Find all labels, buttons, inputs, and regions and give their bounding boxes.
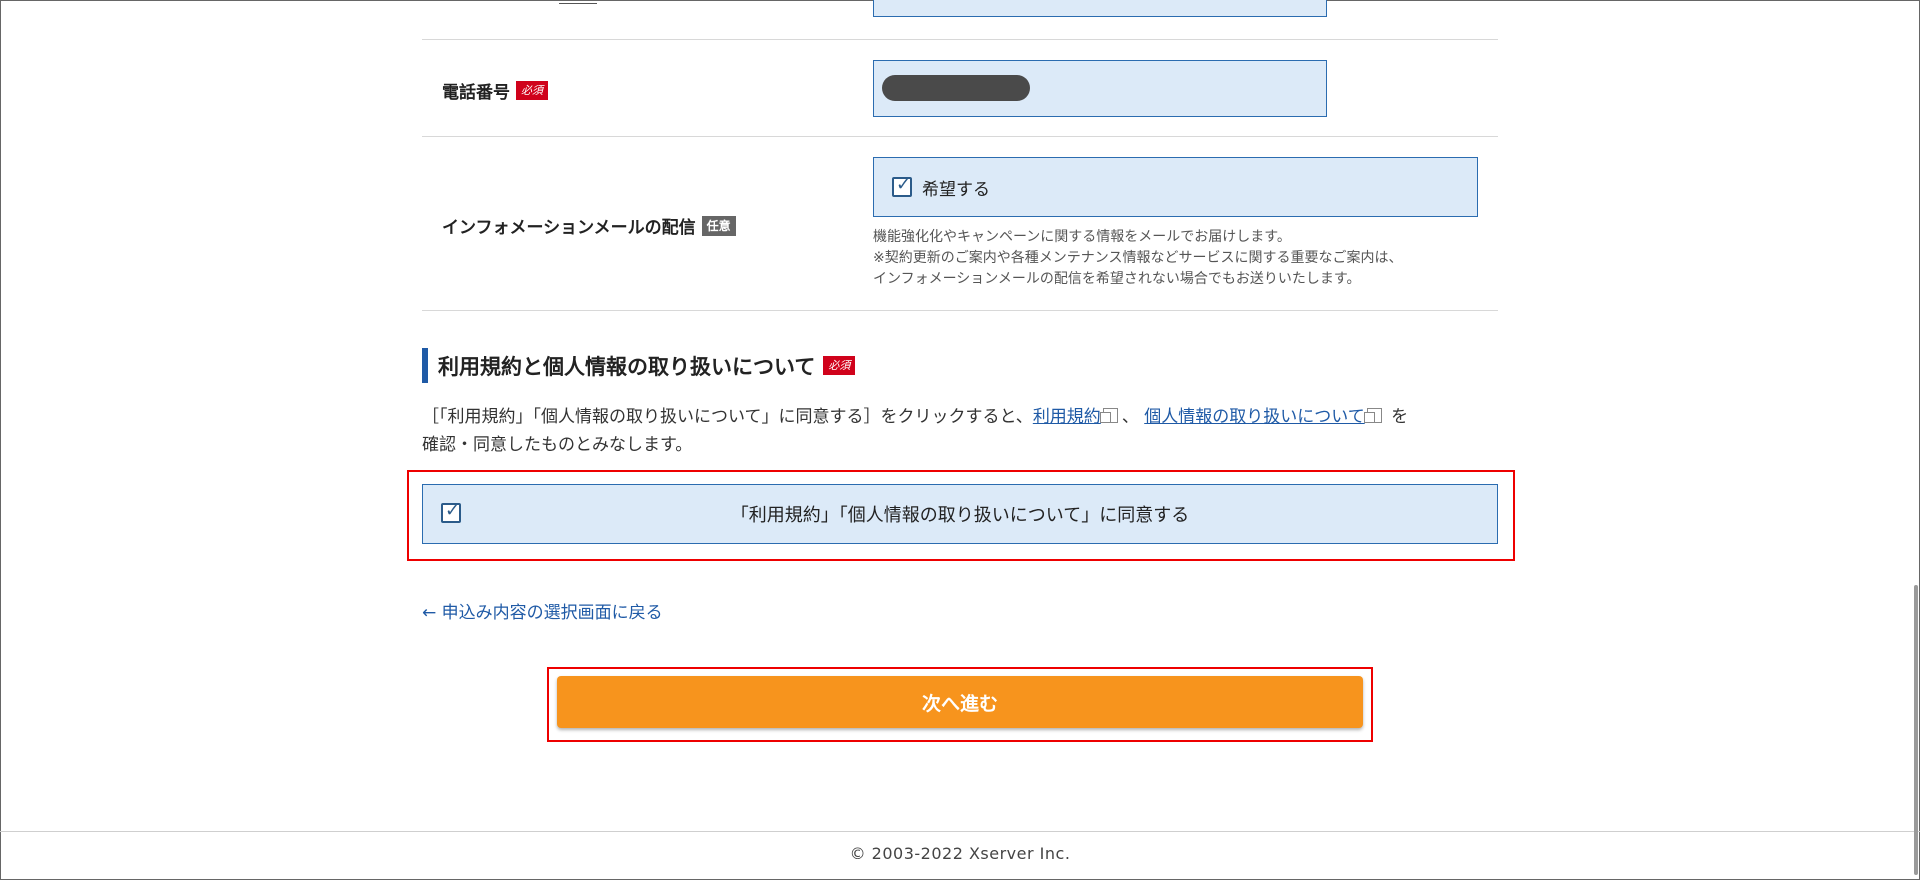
note-line: 機能強化化やキャンペーンに関する情報をメールでお届けします。: [873, 229, 1291, 245]
external-link-icon: [1363, 408, 1382, 423]
info-mail-label: インフォメーションメールの配信: [442, 218, 696, 238]
separator-text: 、: [1121, 407, 1139, 427]
note-line: インフォメーションメールの配信を希望されない場合でもお送りいたします。: [873, 271, 1361, 287]
agree-checkbox[interactable]: ✓: [441, 500, 461, 523]
terms-text-end: を: [1391, 407, 1409, 427]
terms-section-title: 利用規約と個人情報の取り扱いについて 必須: [422, 348, 856, 383]
agree-checkbox-field[interactable]: ✓ 「利用規約」「個人情報の取り扱いについて」に同意する: [422, 484, 1498, 544]
terms-title-text: 利用規約と個人情報の取り扱いについて: [438, 354, 816, 379]
phone-input[interactable]: [873, 60, 1327, 117]
agree-checkbox-label: 「利用規約」「個人情報の取り扱いについて」に同意する: [730, 505, 1190, 526]
phone-row: 電話番号 必須: [422, 39, 1498, 137]
terms-text-line2: 確認・同意したものとみなします。: [422, 435, 693, 455]
check-icon: ✓: [896, 174, 912, 195]
info-mail-checkbox-label: 希望する: [922, 179, 990, 200]
previous-field-underline: [559, 3, 597, 4]
divider: [422, 310, 1498, 311]
masked-phone-value: [882, 75, 1030, 101]
copyright: © 2003-2022 Xserver Inc.: [849, 844, 1071, 863]
phone-label-group: 電話番号 必須: [442, 78, 548, 103]
phone-label: 電話番号: [442, 83, 510, 103]
footer-divider: [0, 831, 1920, 832]
terms-description: ［「利用規約」「個人情報の取り扱いについて」に同意する］をクリックすると、利用規…: [422, 403, 1498, 459]
info-mail-label-group: インフォメーションメールの配信 任意: [442, 213, 736, 238]
previous-field-bottom[interactable]: [873, 0, 1327, 17]
info-mail-checkbox[interactable]: ✓: [892, 174, 912, 197]
info-mail-row: インフォメーションメールの配信 任意 ✓ 希望する 機能強化化やキャンペーンに関…: [422, 136, 1498, 311]
optional-badge: 任意: [701, 215, 736, 236]
note-line: ※契約更新のご案内や各種メンテナンス情報などサービスに関する重要なご案内は、: [873, 250, 1403, 266]
privacy-link[interactable]: 個人情報の取り扱いについて: [1144, 407, 1365, 427]
terms-link[interactable]: 利用規約: [1033, 407, 1101, 427]
terms-text: ［「利用規約」「個人情報の取り扱いについて」に同意する］をクリックすると、: [422, 407, 1033, 427]
required-badge: 必須: [823, 356, 856, 375]
scrollbar[interactable]: [1914, 585, 1918, 875]
info-mail-notes: 機能強化化やキャンペーンに関する情報をメールでお届けします。 ※契約更新のご案内…: [873, 227, 1402, 290]
required-badge: 必須: [516, 81, 548, 100]
next-button[interactable]: 次へ進む: [557, 676, 1363, 728]
info-mail-checkbox-field[interactable]: ✓ 希望する: [873, 157, 1478, 217]
check-icon: ✓: [445, 500, 461, 521]
external-link-icon: [1099, 408, 1118, 423]
back-link[interactable]: ← 申込み内容の選択画面に戻る: [422, 598, 663, 623]
